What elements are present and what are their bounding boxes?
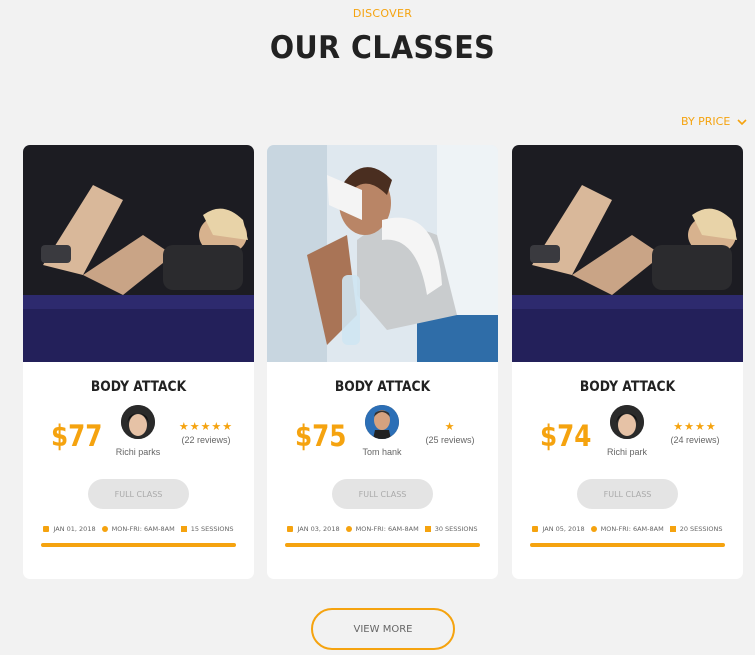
- full-class-button[interactable]: FULL CLASS: [332, 479, 433, 509]
- sessions-icon: [669, 526, 676, 532]
- calendar-icon: [43, 526, 50, 532]
- page-title: OUR CLASSES: [269, 30, 496, 66]
- section-eyebrow: DISCOVER: [352, 7, 413, 20]
- clock-icon: [590, 526, 597, 532]
- clock-icon: [345, 526, 352, 532]
- class-price: $74: [540, 419, 592, 453]
- class-title: BODY ATTACK: [334, 379, 431, 395]
- class-schedule: MON-FRI: 6AM-8AM: [600, 525, 664, 533]
- clock-icon: [101, 526, 108, 532]
- class-meta: JAN 03, 2018 MON-FRI: 6AM-8AM 30 SESSION…: [267, 525, 498, 533]
- view-more-button[interactable]: VIEW MORE: [311, 608, 455, 650]
- class-schedule: MON-FRI: 6AM-8AM: [355, 525, 419, 533]
- review-count: (24 reviews): [670, 435, 720, 445]
- trainer-avatar[interactable]: [610, 405, 644, 439]
- sort-dropdown[interactable]: BY PRICE: [681, 115, 748, 128]
- class-title: BODY ATTACK: [90, 379, 187, 395]
- class-image: [23, 145, 254, 362]
- full-class-button[interactable]: FULL CLASS: [577, 479, 678, 509]
- sort-label: BY PRICE: [681, 115, 731, 128]
- class-sessions: 20 SESSIONS: [679, 525, 723, 533]
- class-date: JAN 03, 2018: [297, 525, 340, 533]
- class-title: BODY ATTACK: [579, 379, 676, 395]
- class-card[interactable]: BODY ATTACK $77 Richi parks ★★★★★ (22 re…: [23, 145, 254, 579]
- class-sessions: 15 SESSIONS: [190, 525, 234, 533]
- calendar-icon: [532, 526, 539, 532]
- trainer-name: Tom hank: [362, 447, 402, 457]
- class-meta: JAN 05, 2018 MON-FRI: 6AM-8AM 20 SESSION…: [512, 525, 743, 533]
- card-accent-bar: [285, 543, 480, 547]
- class-meta: JAN 01, 2018 MON-FRI: 6AM-8AM 15 SESSION…: [23, 525, 254, 533]
- chevron-down-icon: [737, 118, 747, 125]
- star-rating: ★★★★: [673, 421, 717, 433]
- class-date: JAN 05, 2018: [542, 525, 585, 533]
- class-card[interactable]: BODY ATTACK $75 Tom hank ★ (25 reviews) …: [267, 145, 498, 579]
- class-price: $77: [51, 419, 103, 453]
- class-price: $75: [295, 419, 347, 453]
- calendar-icon: [287, 526, 294, 532]
- class-schedule: MON-FRI: 6AM-8AM: [111, 525, 175, 533]
- class-image: [267, 145, 498, 362]
- card-accent-bar: [41, 543, 236, 547]
- class-image: [512, 145, 743, 362]
- full-class-button[interactable]: FULL CLASS: [88, 479, 189, 509]
- class-sessions: 30 SESSIONS: [434, 525, 478, 533]
- sessions-icon: [424, 526, 431, 532]
- trainer-name: Richi park: [606, 447, 647, 457]
- trainer-avatar[interactable]: [121, 405, 155, 439]
- trainer-avatar[interactable]: [365, 405, 399, 439]
- class-date: JAN 01, 2018: [53, 525, 96, 533]
- review-count: (22 reviews): [181, 435, 231, 445]
- trainer-name: Richi parks: [115, 447, 161, 457]
- review-count: (25 reviews): [425, 435, 475, 445]
- sessions-icon: [180, 526, 187, 532]
- class-card[interactable]: BODY ATTACK $74 Richi park ★★★★ (24 revi…: [512, 145, 743, 579]
- card-accent-bar: [530, 543, 725, 547]
- star-rating: ★: [444, 421, 456, 433]
- star-rating: ★★★★★: [178, 421, 234, 433]
